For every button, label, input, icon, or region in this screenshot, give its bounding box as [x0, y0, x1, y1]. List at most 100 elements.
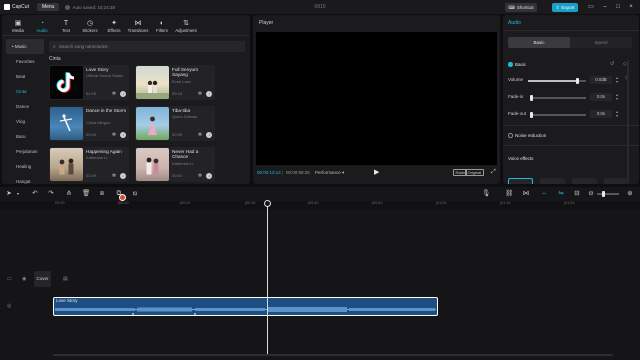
- download-icon[interactable]: ↓: [206, 91, 212, 97]
- song-card[interactable]: Tiba-tiba Quinn Salman 00:59 ✲ ↓: [135, 106, 215, 141]
- tab-transitions[interactable]: ⋈ Transitions: [126, 17, 150, 34]
- favorite-icon[interactable]: ✲: [111, 132, 117, 138]
- category-music[interactable]: • Music: [6, 39, 44, 54]
- fade-in-slider-thumb[interactable]: [530, 94, 533, 101]
- export-button[interactable]: ⇪ Export: [552, 3, 578, 12]
- link-icon[interactable]: ⛓: [505, 189, 513, 198]
- preview-axis-icon[interactable]: ⊟: [573, 189, 581, 198]
- favorite-icon[interactable]: ✲: [197, 91, 203, 97]
- category-dance[interactable]: Dance: [6, 99, 44, 114]
- timeline-area[interactable]: [0, 209, 640, 360]
- inspector-title[interactable]: Audio: [508, 20, 521, 26]
- tab-adjustment[interactable]: ⇅ Adjustment: [174, 17, 198, 34]
- player-screen[interactable]: [256, 32, 497, 165]
- menu-button[interactable]: Menu: [36, 3, 60, 11]
- favorite-icon[interactable]: ✲: [111, 91, 117, 97]
- video-track-icon[interactable]: ▤: [63, 276, 68, 282]
- playhead-line[interactable]: [267, 201, 268, 356]
- linkage-icon[interactable]: ⇋: [557, 189, 565, 198]
- shortcut-button[interactable]: ⌨ Shortcut: [505, 3, 537, 12]
- download-icon[interactable]: ↓: [120, 173, 126, 179]
- audio-track-icon[interactable]: ◎: [7, 303, 11, 309]
- tab-media[interactable]: ▣ Media: [6, 17, 30, 34]
- song-card[interactable]: Dance in the Storm Chika Mingoo 00:54 ✲ …: [49, 106, 129, 141]
- volume-value[interactable]: 0.0dB: [590, 76, 612, 84]
- layout-icon[interactable]: ▭: [586, 2, 596, 12]
- favorite-icon[interactable]: ✲: [197, 173, 203, 179]
- category-perjalanan[interactable]: Perjalanan: [6, 144, 44, 159]
- fade-out-slider[interactable]: [530, 111, 586, 118]
- zoom-slider-thumb[interactable]: [602, 190, 605, 197]
- fullscreen-icon[interactable]: ⤢: [491, 169, 496, 176]
- performance-dropdown[interactable]: Performance ▾: [315, 170, 344, 176]
- minimize-icon[interactable]: –: [600, 2, 610, 12]
- zoom-slider[interactable]: [597, 190, 619, 197]
- magnet-icon[interactable]: ⋈: [522, 189, 530, 198]
- chevron-down-icon[interactable]: ▾: [14, 189, 22, 198]
- volume-slider-thumb[interactable]: [576, 77, 580, 84]
- basic-toggle[interactable]: [508, 62, 513, 67]
- microphone-icon[interactable]: 🎙: [482, 189, 490, 198]
- reset-icon[interactable]: ↺: [610, 61, 614, 67]
- tab-text[interactable]: T Text: [54, 17, 78, 34]
- voice-effect-tile[interactable]: [572, 178, 597, 184]
- timeline-scrollbar[interactable]: [53, 354, 613, 356]
- category-beat[interactable]: Beat: [6, 69, 44, 84]
- redo-icon[interactable]: ↷: [47, 189, 55, 198]
- visibility-icon[interactable]: ◉: [22, 276, 26, 282]
- fade-out-slider-thumb[interactable]: [530, 111, 533, 118]
- search-input[interactable]: [58, 44, 229, 49]
- song-card[interactable]: Happening Again Katherine Li 02:49 ✲ ↓: [49, 147, 129, 182]
- maximize-icon[interactable]: □: [613, 2, 623, 12]
- stepper-down-icon[interactable]: ▾: [615, 114, 619, 118]
- segment-speed[interactable]: Speed: [570, 37, 632, 48]
- undo-icon[interactable]: ↶: [31, 189, 39, 198]
- playhead-handle[interactable]: [264, 200, 271, 207]
- audio-clip[interactable]: Love Story: [53, 297, 438, 316]
- original-button[interactable]: Original: [465, 169, 484, 176]
- volume-slider[interactable]: [528, 77, 586, 84]
- fade-in-slider[interactable]: [530, 94, 586, 101]
- cover-button[interactable]: Cover: [34, 271, 51, 287]
- tab-filters[interactable]: ◐ Filters: [150, 17, 174, 34]
- song-search[interactable]: ⌕: [49, 41, 245, 52]
- category-healing[interactable]: Healing: [6, 159, 44, 174]
- song-card[interactable]: Never Had a Chance Katherine Li 00:54 ✲ …: [135, 147, 215, 182]
- voice-effect-none[interactable]: [508, 178, 533, 184]
- play-icon[interactable]: ▶: [374, 169, 380, 176]
- stepper-down-icon[interactable]: ▾: [615, 97, 619, 101]
- favorite-icon[interactable]: ✲: [197, 132, 203, 138]
- category-vlog[interactable]: Vlog: [6, 114, 44, 129]
- stepper-down-icon[interactable]: ▾: [615, 80, 619, 84]
- noise-reduction-toggle[interactable]: [508, 133, 513, 138]
- zoom-out-icon[interactable]: ⊖: [587, 189, 595, 198]
- voice-effect-tile[interactable]: [540, 178, 565, 184]
- song-card[interactable]: Full Senyum Sayang Evan Loss 00:18 ✲ ↓: [135, 65, 215, 100]
- tab-audio[interactable]: ◔ Audio: [30, 17, 54, 34]
- auto-snap-icon[interactable]: ⇔: [540, 189, 548, 198]
- segment-basic[interactable]: Basic: [508, 37, 570, 48]
- select-cursor-icon[interactable]: ➤: [5, 189, 13, 198]
- lock-track-icon[interactable]: ▭: [7, 276, 12, 282]
- download-icon[interactable]: ↓: [206, 132, 212, 138]
- download-icon[interactable]: ↓: [206, 173, 212, 179]
- tab-effects[interactable]: ✦ Effects: [102, 17, 126, 34]
- zoom-fit-icon[interactable]: ⊕: [626, 189, 634, 198]
- close-icon[interactable]: ×: [626, 2, 636, 12]
- download-icon[interactable]: ↓: [120, 91, 126, 97]
- download-icon[interactable]: ↓: [120, 132, 126, 138]
- delete-icon[interactable]: 🗑: [82, 189, 90, 198]
- tab-stickers[interactable]: ◷ Stickers: [78, 17, 102, 34]
- mirror-icon[interactable]: ⧅: [131, 189, 139, 198]
- category-cinta[interactable]: Cinta: [6, 84, 44, 99]
- timeline-ruler[interactable]: [0, 201, 640, 209]
- favorite-icon[interactable]: ✲: [111, 173, 117, 179]
- freeze-icon[interactable]: ⧈: [98, 189, 106, 198]
- split-icon[interactable]: ⋔: [65, 189, 73, 198]
- fade-out-value[interactable]: 0.0s: [590, 110, 612, 118]
- fade-in-value[interactable]: 0.0s: [590, 93, 612, 101]
- voice-effect-tile[interactable]: [604, 178, 629, 184]
- inspector-scrollbar[interactable]: [627, 60, 629, 180]
- category-baru[interactable]: Baru: [6, 129, 44, 144]
- song-card[interactable]: Love Story Official Sound Studio 01:05 ✲…: [49, 65, 129, 100]
